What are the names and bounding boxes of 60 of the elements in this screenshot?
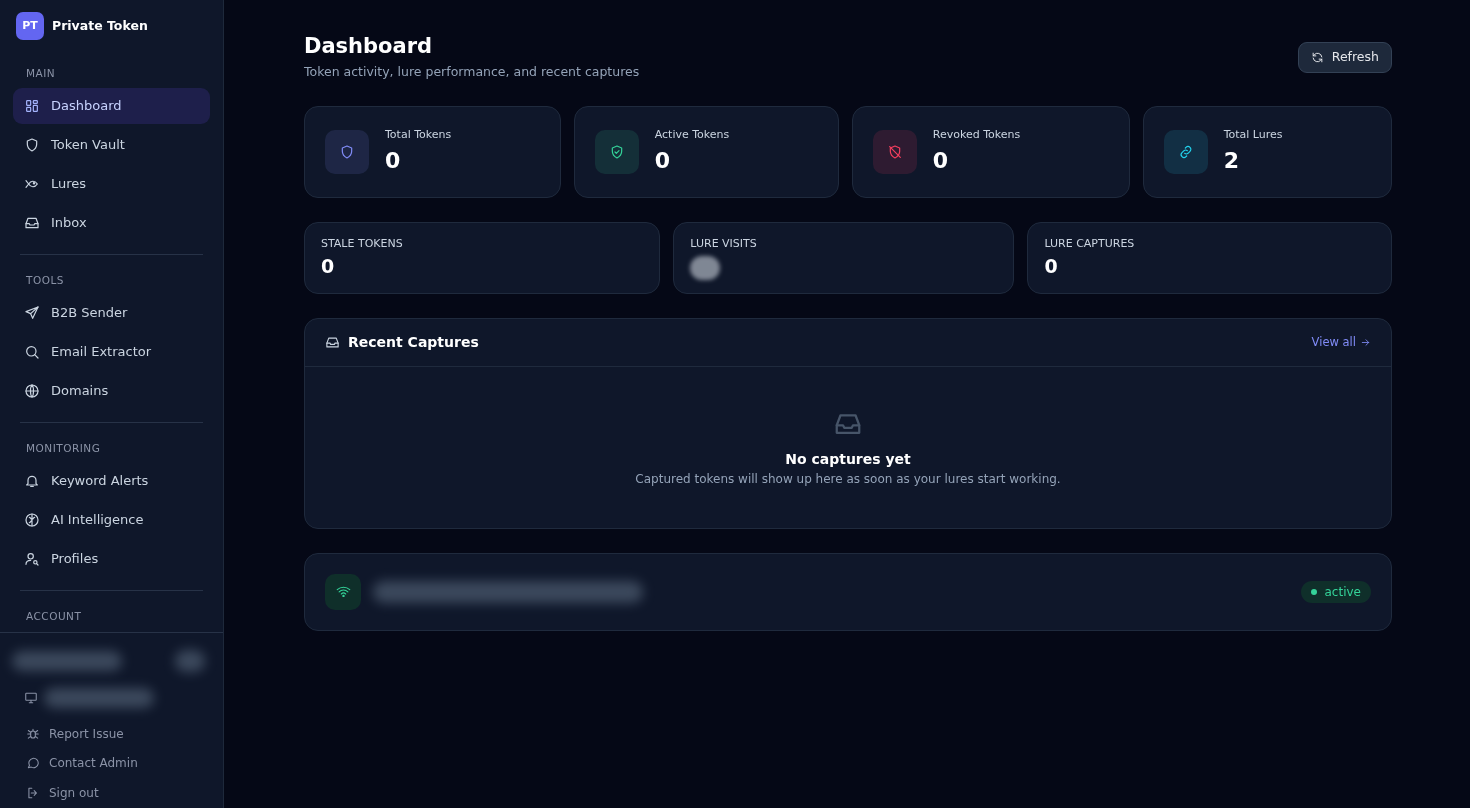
nav-item[interactable]: Keyword Alerts <box>13 462 210 499</box>
paper-plane-icon <box>24 304 40 321</box>
stat-label: Total Lures <box>1223 127 1283 144</box>
brand-name: Private Token <box>52 16 148 35</box>
footer-link[interactable]: Contact Admin <box>0 748 223 779</box>
panel-title: Recent Captures <box>348 332 479 352</box>
section-heading: MONITORING <box>25 440 102 456</box>
search-icon <box>24 343 40 360</box>
nav-item[interactable]: Email Extractor <box>13 333 210 370</box>
stat-label: Active Tokens <box>654 127 730 144</box>
brand-logo: PT <box>16 12 44 41</box>
footer-link[interactable]: Sign out <box>0 778 223 808</box>
stat-label: LURE VISITS <box>690 235 758 252</box>
shield-icon <box>339 143 355 160</box>
view-all-link[interactable]: View all <box>1311 333 1371 352</box>
stat-label: Total Tokens <box>385 127 452 144</box>
logout-icon <box>26 786 40 801</box>
arrow-icon <box>1360 336 1371 348</box>
nav-item[interactable]: B2B Sender <box>13 294 210 331</box>
stat-label: Revoked Tokens <box>932 127 1021 144</box>
globe-icon <box>24 382 40 399</box>
wifi-icon <box>335 584 351 600</box>
empty-text: Captured tokens will show up here as soon as your lures start working. <box>635 470 1061 488</box>
stat-value: 0 <box>385 146 402 175</box>
page-subtitle: Token activity, lure performance, and recent captures <box>304 63 640 82</box>
section-heading: ACCOUNT <box>25 608 83 624</box>
status-badge: active <box>1300 580 1371 603</box>
redacted-blur <box>690 256 721 281</box>
stat-label: LURE CAPTURES <box>1044 235 1136 252</box>
section-heading: TOOLS <box>25 273 65 289</box>
stat-value: 0 <box>654 146 671 175</box>
stat-value: 2 <box>1223 146 1240 175</box>
monitor-icon <box>24 690 38 705</box>
empty-title: No captures yet <box>785 449 911 469</box>
inbox-icon <box>325 334 340 350</box>
nav-item[interactable]: AI Intelligence <box>13 501 210 538</box>
refresh-icon <box>1310 50 1324 64</box>
nav-item[interactable]: Inbox <box>13 205 210 242</box>
refresh-button[interactable]: Refresh <box>1297 42 1392 73</box>
stat-value: 0 <box>1044 254 1059 280</box>
link-icon <box>1177 143 1194 160</box>
page-title: Dashboard <box>304 34 434 60</box>
footer-link[interactable]: Report Issue <box>0 719 223 749</box>
nav-item[interactable]: Token Vault <box>13 127 210 164</box>
nav-item[interactable]: Dashboard <box>13 88 210 125</box>
user-icon <box>24 550 40 567</box>
chat-bubble-icon <box>26 756 40 771</box>
grid-icon <box>24 98 40 115</box>
nav-item[interactable]: Profiles <box>13 540 210 577</box>
stat-value: 0 <box>932 146 950 175</box>
redacted-blur <box>175 650 205 673</box>
nav-item[interactable]: Domains <box>13 372 210 409</box>
shield-icon <box>24 137 40 154</box>
nav-item[interactable]: Lures <box>13 166 210 203</box>
stat-value: 0 <box>321 254 336 280</box>
shield-off-icon <box>886 143 903 160</box>
status-dot <box>1310 588 1317 595</box>
stat-label: STALE TOKENS <box>321 235 404 252</box>
section-heading: MAIN <box>25 66 57 82</box>
bug-icon <box>26 726 40 741</box>
